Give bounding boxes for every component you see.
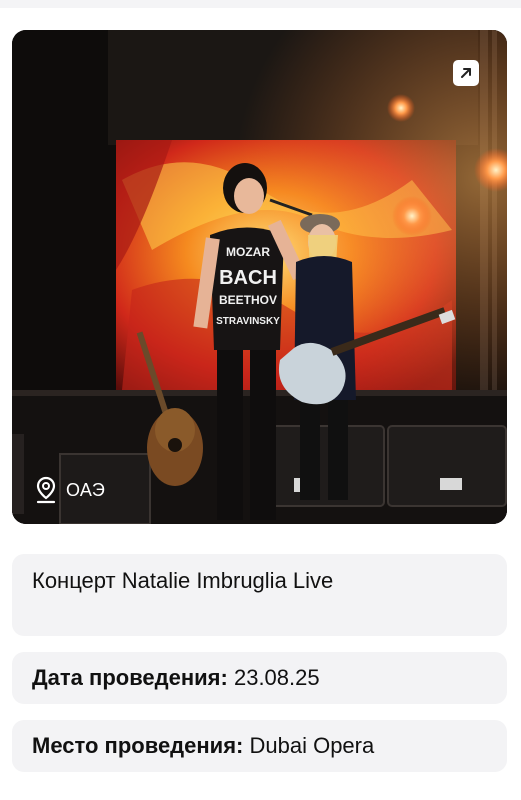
country-label: ОАЭ bbox=[66, 479, 106, 500]
event-photo-card[interactable]: MOZAR BACH BEETHOV STRAVINSKY ОАЭ bbox=[12, 30, 507, 524]
event-date-row: Дата проведения: 23.08.25 bbox=[12, 652, 507, 704]
date-value: 23.08.25 bbox=[233, 665, 320, 690]
arrow-up-right-icon bbox=[461, 68, 471, 78]
date-label: Дата проведения: bbox=[32, 665, 228, 690]
shirt-line: MOZAR bbox=[226, 245, 270, 259]
venue-value: Dubai Opera bbox=[249, 733, 375, 758]
concert-photo: MOZAR BACH BEETHOV STRAVINSKY bbox=[12, 30, 507, 524]
shirt-line: BEETHOV bbox=[219, 293, 277, 307]
event-title-card: Концерт Natalie Imbruglia Live bbox=[12, 554, 507, 636]
event-venue-row: Место проведения: Dubai Opera bbox=[12, 720, 507, 772]
shirt-line: BACH bbox=[219, 267, 277, 289]
shirt-line: STRAVINSKY bbox=[216, 316, 280, 327]
top-strip bbox=[0, 0, 521, 8]
event-title: Концерт Natalie Imbruglia Live bbox=[32, 568, 334, 593]
venue-label: Место проведения: bbox=[32, 733, 244, 758]
map-pin-icon bbox=[36, 476, 56, 504]
location-badge: ОАЭ bbox=[34, 476, 105, 504]
open-external-button[interactable] bbox=[453, 60, 479, 86]
